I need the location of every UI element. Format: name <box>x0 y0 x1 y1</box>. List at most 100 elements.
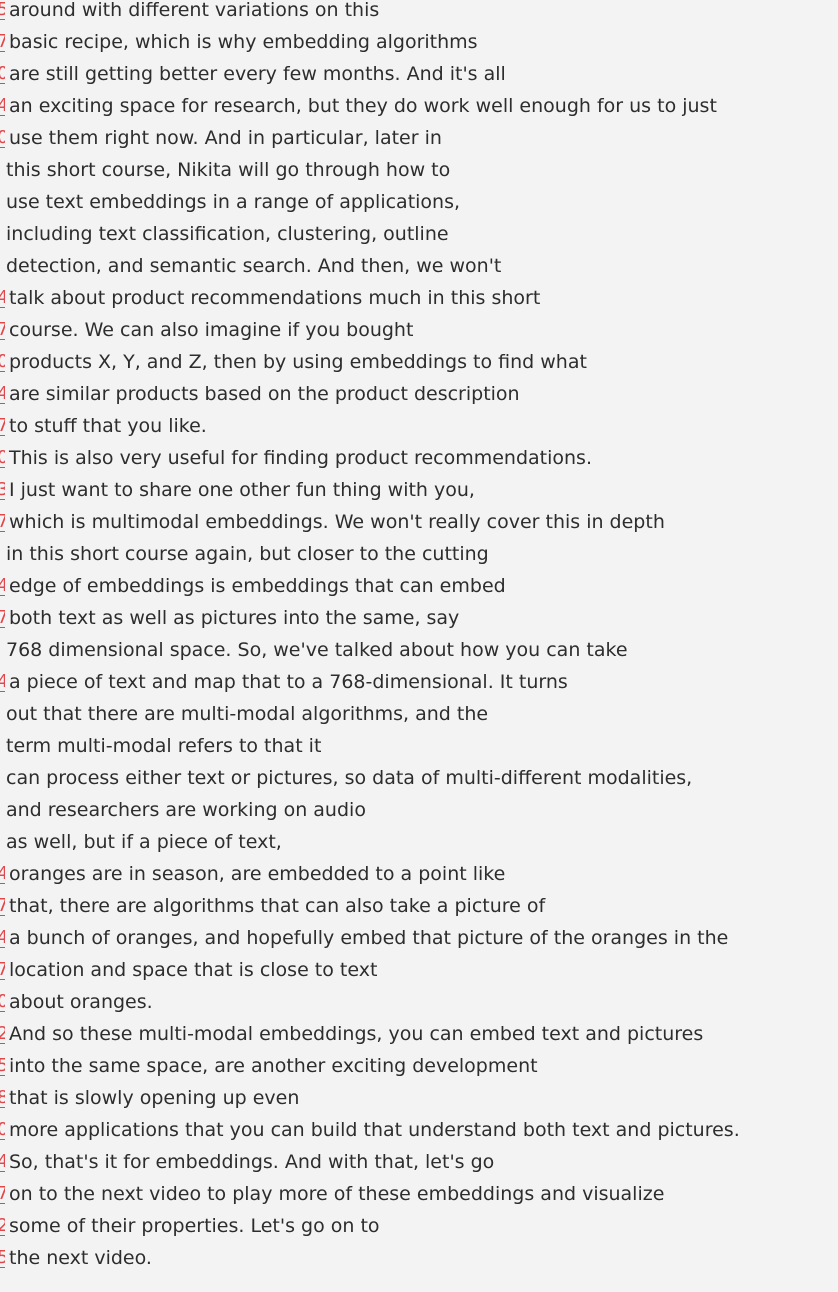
transcript-line[interactable]: 0are still getting better every few mont… <box>0 58 838 90</box>
transcript-text: use text embeddings in a range of applic… <box>6 191 461 213</box>
transcript-line[interactable]: and researchers are working on audio <box>0 794 838 826</box>
transcript-line[interactable]: 3I just want to share one other fun thin… <box>0 474 838 506</box>
transcript-text: use them right now. And in particular, l… <box>9 127 442 149</box>
transcript-text: that, there are algorithms that can also… <box>9 895 546 917</box>
transcript-text: both text as well as pictures into the s… <box>9 607 460 629</box>
timestamp-link[interactable]: 0 <box>0 122 5 154</box>
transcript-line[interactable]: 4an exciting space for research, but the… <box>0 90 838 122</box>
timestamp-link[interactable]: 7 <box>0 1178 5 1210</box>
transcript-text: So, that's it for embeddings. And with t… <box>9 1151 495 1173</box>
transcript-text: in this short course again, but closer t… <box>6 543 489 565</box>
timestamp-link[interactable]: 7 <box>0 410 5 442</box>
transcript-line[interactable]: term multi-modal refers to that it <box>0 730 838 762</box>
timestamp-link[interactable]: 2 <box>0 1018 5 1050</box>
transcript-text: are still getting better every few month… <box>9 63 506 85</box>
transcript-text: basic recipe, which is why embedding alg… <box>9 31 478 53</box>
transcript-line[interactable]: 5around with different variations on thi… <box>0 0 838 26</box>
transcript-text: out that there are multi-modal algorithm… <box>6 703 489 725</box>
transcript-line[interactable]: 0This is also very useful for finding pr… <box>0 442 838 474</box>
transcript-text: I just want to share one other fun thing… <box>9 479 475 501</box>
transcript-line[interactable]: 5the next video. <box>0 1242 838 1274</box>
transcript-line[interactable]: in this short course again, but closer t… <box>0 538 838 570</box>
transcript-text: 768 dimensional space. So, we've talked … <box>6 639 628 661</box>
transcript-line[interactable]: 0more applications that you can build th… <box>0 1114 838 1146</box>
timestamp-link[interactable]: 8 <box>0 1082 5 1114</box>
timestamp-link[interactable]: 7 <box>0 890 5 922</box>
transcript-line[interactable]: including text classification, clusterin… <box>0 218 838 250</box>
timestamp-link[interactable]: 0 <box>0 346 5 378</box>
transcript-text: more applications that you can build tha… <box>9 1119 740 1141</box>
timestamp-link[interactable]: 7 <box>0 506 5 538</box>
transcript-line[interactable]: 7course. We can also imagine if you boug… <box>0 314 838 346</box>
transcript-line[interactable]: 4a bunch of oranges, and hopefully embed… <box>0 922 838 954</box>
transcript-line[interactable]: 0products X, Y, and Z, then by using emb… <box>0 346 838 378</box>
timestamp-link[interactable]: 4 <box>0 378 5 410</box>
transcript-text: on to the next video to play more of the… <box>9 1183 665 1205</box>
transcript-text: as well, but if a piece of text, <box>6 831 282 853</box>
transcript-line[interactable]: 0about oranges. <box>0 986 838 1018</box>
transcript-text: an exciting space for research, but they… <box>9 95 717 117</box>
timestamp-link[interactable]: 2 <box>0 1210 5 1242</box>
transcript-line[interactable]: 2And so these multi-modal embeddings, yo… <box>0 1018 838 1050</box>
transcript-text: some of their properties. Let's go on to <box>9 1215 380 1237</box>
transcript-line[interactable]: can process either text or pictures, so … <box>0 762 838 794</box>
timestamp-link[interactable]: 4 <box>0 282 5 314</box>
transcript-text: And so these multi-modal embeddings, you… <box>9 1023 704 1045</box>
timestamp-link[interactable]: 4 <box>0 666 5 698</box>
transcript-line[interactable]: 4edge of embeddings is embeddings that c… <box>0 570 838 602</box>
timestamp-link[interactable]: 7 <box>0 314 5 346</box>
transcript-line[interactable]: this short course, Nikita will go throug… <box>0 154 838 186</box>
transcript-line[interactable]: 7location and space that is close to tex… <box>0 954 838 986</box>
timestamp-link[interactable]: 4 <box>0 570 5 602</box>
timestamp-link[interactable]: 4 <box>0 1146 5 1178</box>
transcript-line[interactable]: 2some of their properties. Let's go on t… <box>0 1210 838 1242</box>
transcript-line[interactable]: 4are similar products based on the produ… <box>0 378 838 410</box>
timestamp-link[interactable]: 0 <box>0 442 5 474</box>
timestamp-link[interactable]: 0 <box>0 1114 5 1146</box>
transcript-line[interactable]: 7that, there are algorithms that can als… <box>0 890 838 922</box>
timestamp-link[interactable]: 0 <box>0 58 5 90</box>
transcript-text: that is slowly opening up even <box>9 1087 300 1109</box>
timestamp-link[interactable]: 7 <box>0 26 5 58</box>
transcript-line[interactable]: 4So, that's it for embeddings. And with … <box>0 1146 838 1178</box>
transcript-line[interactable]: 8that is slowly opening up even <box>0 1082 838 1114</box>
timestamp-link[interactable]: 5 <box>0 1050 5 1082</box>
transcript-text: can process either text or pictures, so … <box>6 767 693 789</box>
transcript-line[interactable]: 4talk about product recommendations much… <box>0 282 838 314</box>
transcript-text: which is multimodal embeddings. We won't… <box>9 511 665 533</box>
transcript-text: including text classification, clusterin… <box>6 223 449 245</box>
timestamp-link[interactable]: 5 <box>0 1242 5 1274</box>
transcript-text: edge of embeddings is embeddings that ca… <box>9 575 506 597</box>
timestamp-link[interactable]: 4 <box>0 90 5 122</box>
transcript-text: around with different variations on this <box>9 0 380 21</box>
transcript-text: a bunch of oranges, and hopefully embed … <box>9 927 729 949</box>
transcript-text: term multi-modal refers to that it <box>6 735 322 757</box>
transcript-line[interactable]: use text embeddings in a range of applic… <box>0 186 838 218</box>
transcript-line[interactable]: 7on to the next video to play more of th… <box>0 1178 838 1210</box>
transcript-line[interactable]: 7basic recipe, which is why embedding al… <box>0 26 838 58</box>
transcript-text: and researchers are working on audio <box>6 799 366 821</box>
transcript-text: oranges are in season, are embedded to a… <box>9 863 506 885</box>
transcript-line[interactable]: 0use them right now. And in particular, … <box>0 122 838 154</box>
timestamp-link[interactable]: 7 <box>0 602 5 634</box>
transcript-line[interactable]: detection, and semantic search. And then… <box>0 250 838 282</box>
transcript-line[interactable]: out that there are multi-modal algorithm… <box>0 698 838 730</box>
timestamp-link[interactable]: 3 <box>0 474 5 506</box>
transcript-line[interactable]: 7to stuff that you like. <box>0 410 838 442</box>
transcript-line[interactable]: 4a piece of text and map that to a 768-d… <box>0 666 838 698</box>
transcript-line[interactable]: 7both text as well as pictures into the … <box>0 602 838 634</box>
transcript-text: talk about product recommendations much … <box>9 287 541 309</box>
transcript-line[interactable]: as well, but if a piece of text, <box>0 826 838 858</box>
transcript-text: the next video. <box>9 1247 152 1269</box>
timestamp-link[interactable]: 5 <box>0 0 5 26</box>
timestamp-link[interactable]: 7 <box>0 954 5 986</box>
timestamp-link[interactable]: 0 <box>0 986 5 1018</box>
transcript-line[interactable]: 768 dimensional space. So, we've talked … <box>0 634 838 666</box>
timestamp-link[interactable]: 4 <box>0 922 5 954</box>
transcript-line[interactable]: 5into the same space, are another exciti… <box>0 1050 838 1082</box>
transcript-text: detection, and semantic search. And then… <box>6 255 502 277</box>
transcript-line[interactable]: 4oranges are in season, are embedded to … <box>0 858 838 890</box>
transcript-line[interactable]: 7which is multimodal embeddings. We won'… <box>0 506 838 538</box>
timestamp-link[interactable]: 4 <box>0 858 5 890</box>
transcript-text: this short course, Nikita will go throug… <box>6 159 451 181</box>
